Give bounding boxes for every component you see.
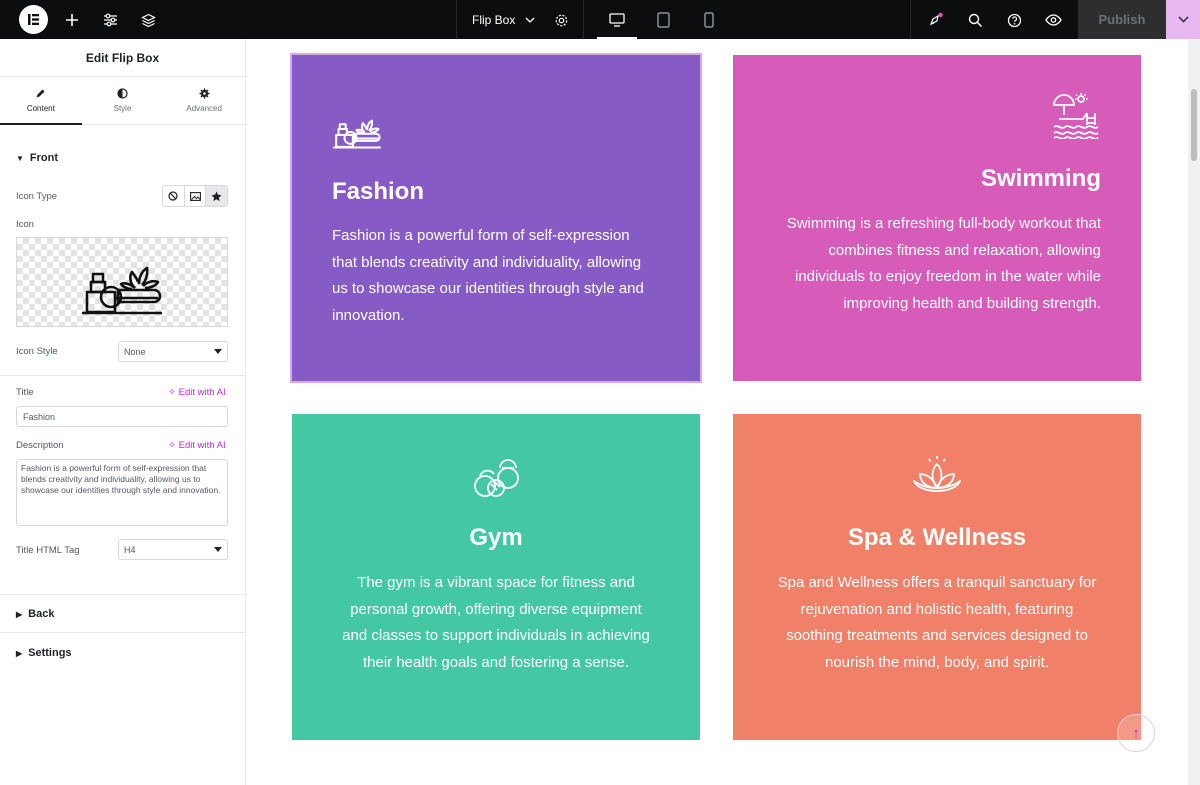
section-front-label: Front bbox=[29, 152, 59, 164]
search-icon[interactable] bbox=[964, 9, 986, 31]
caret-down-icon bbox=[214, 547, 222, 552]
flip-box-gym[interactable]: Gym The gym is a vibrant space for fitne… bbox=[292, 414, 700, 740]
canvas-scrollbar[interactable] bbox=[1188, 39, 1200, 785]
scrollbar-thumb[interactable] bbox=[1191, 89, 1197, 161]
kettlebell-icon bbox=[471, 454, 521, 503]
section-settings-label: Settings bbox=[28, 647, 72, 659]
flip-box-description: Swimming is a refreshing full-body worko… bbox=[786, 215, 1101, 312]
title-edit-with-ai-link[interactable]: ✧ Edit with AI bbox=[168, 387, 226, 398]
mobile-icon[interactable] bbox=[687, 0, 731, 39]
icon-type-image-button[interactable] bbox=[185, 186, 207, 206]
flip-box-title: Fashion bbox=[332, 178, 425, 205]
section-settings[interactable]: ▶ Settings bbox=[0, 645, 72, 661]
arrow-up-icon: ↑ bbox=[1132, 724, 1140, 742]
flip-box-title: Gym bbox=[469, 524, 523, 551]
notifications-icon[interactable] bbox=[925, 9, 947, 31]
ban-icon bbox=[168, 191, 178, 201]
flip-box-spa-wellness[interactable]: Spa & Wellness Spa and Wellness offers a… bbox=[733, 414, 1141, 740]
icon-style-label: Icon Style bbox=[16, 346, 58, 357]
sparkle-icon: ✧ bbox=[168, 440, 176, 451]
sparkle-icon: ✧ bbox=[168, 387, 176, 398]
tab-advanced-label: Advanced bbox=[186, 104, 222, 113]
tab-style-label: Style bbox=[113, 104, 132, 113]
gear-icon bbox=[199, 88, 210, 99]
contrast-icon bbox=[117, 88, 128, 99]
flip-box-description: The gym is a vibrant space for fitness a… bbox=[342, 574, 650, 671]
icon-type-none-button[interactable] bbox=[163, 186, 185, 206]
tab-style[interactable]: Style bbox=[82, 77, 164, 124]
description-label: Description bbox=[16, 440, 64, 451]
preview-eye-icon[interactable] bbox=[1042, 9, 1064, 31]
description-edit-with-ai-link[interactable]: ✧ Edit with AI bbox=[168, 440, 226, 451]
editor-panel: Edit Flip Box Content Style Advanced ▼ F… bbox=[0, 39, 246, 785]
cosmetics-icon bbox=[82, 266, 162, 315]
top-bar: Flip Box Publish bbox=[0, 0, 1200, 39]
preview-canvas: Fashion Fashion is a powerful form of se… bbox=[246, 39, 1188, 785]
title-html-tag-value: H4 bbox=[124, 544, 136, 555]
section-back[interactable]: ▶ Back bbox=[0, 606, 54, 622]
back-to-top-button[interactable]: ↑ bbox=[1117, 714, 1155, 752]
section-back-label: Back bbox=[28, 608, 55, 620]
tab-advanced[interactable]: Advanced bbox=[163, 77, 245, 124]
title-html-tag-select[interactable]: H4 bbox=[118, 539, 228, 560]
caret-right-icon: ▶ bbox=[16, 648, 23, 658]
divider bbox=[0, 594, 246, 595]
title-html-tag-label: Title HTML Tag bbox=[16, 545, 80, 556]
pencil-icon bbox=[36, 89, 45, 98]
swimming-pool-icon bbox=[1051, 93, 1101, 144]
image-icon bbox=[189, 191, 201, 201]
star-icon bbox=[211, 191, 222, 201]
section-front[interactable]: ▼ Front bbox=[0, 150, 58, 166]
icon-label: Icon bbox=[16, 219, 34, 230]
add-icon[interactable] bbox=[61, 9, 83, 31]
lotus-icon bbox=[911, 454, 963, 505]
gear-icon[interactable] bbox=[550, 9, 572, 31]
title-edit-with-ai-label: Edit with AI bbox=[178, 387, 226, 398]
desktop-icon[interactable] bbox=[595, 0, 639, 39]
flip-box-description: Fashion is a powerful form of self-expre… bbox=[332, 227, 644, 324]
chevron-down-icon bbox=[525, 13, 535, 27]
title-input[interactable] bbox=[16, 406, 228, 427]
divider bbox=[0, 632, 246, 633]
tablet-icon[interactable] bbox=[641, 0, 685, 39]
chevron-down-icon bbox=[1178, 16, 1188, 23]
panel-title: Edit Flip Box bbox=[0, 39, 245, 77]
panel-tabs: Content Style Advanced bbox=[0, 77, 245, 125]
elementor-logo-icon[interactable] bbox=[19, 5, 48, 34]
description-edit-with-ai-label: Edit with AI bbox=[178, 440, 226, 451]
flip-box-title: Swimming bbox=[980, 165, 1101, 192]
publish-button[interactable]: Publish bbox=[1078, 0, 1166, 39]
title-label: Title bbox=[16, 387, 34, 398]
flip-box-title: Spa & Wellness bbox=[847, 524, 1027, 551]
icon-type-label: Icon Type bbox=[16, 191, 58, 202]
caret-right-icon: ▶ bbox=[16, 609, 23, 619]
flip-box-description: Spa and Wellness offers a tranquil sanct… bbox=[777, 574, 1097, 671]
help-icon[interactable] bbox=[1003, 9, 1025, 31]
tab-content-label: Content bbox=[26, 104, 55, 113]
document-title: Flip Box bbox=[472, 12, 516, 27]
caret-down-icon: ▼ bbox=[16, 153, 24, 163]
icon-style-value: None bbox=[124, 346, 146, 357]
divider bbox=[0, 375, 246, 376]
icon-type-icon-button[interactable] bbox=[206, 186, 228, 206]
tab-content[interactable]: Content bbox=[0, 77, 82, 125]
publish-options-button[interactable] bbox=[1166, 0, 1200, 39]
flip-box-swimming[interactable]: Swimming Swimming is a refreshing full-b… bbox=[733, 55, 1141, 381]
layers-icon[interactable] bbox=[137, 9, 159, 31]
icon-picker-preview[interactable] bbox=[16, 237, 228, 327]
caret-down-icon bbox=[214, 349, 222, 354]
icon-style-select[interactable]: None bbox=[118, 341, 228, 362]
flip-box-fashion[interactable]: Fashion Fashion is a powerful form of se… bbox=[290, 53, 702, 383]
description-textarea[interactable]: Fashion is a powerful form of self-expre… bbox=[16, 459, 228, 526]
cosmetics-icon bbox=[332, 107, 382, 156]
icon-type-toggle bbox=[162, 185, 228, 207]
settings-sliders-icon[interactable] bbox=[99, 9, 121, 31]
